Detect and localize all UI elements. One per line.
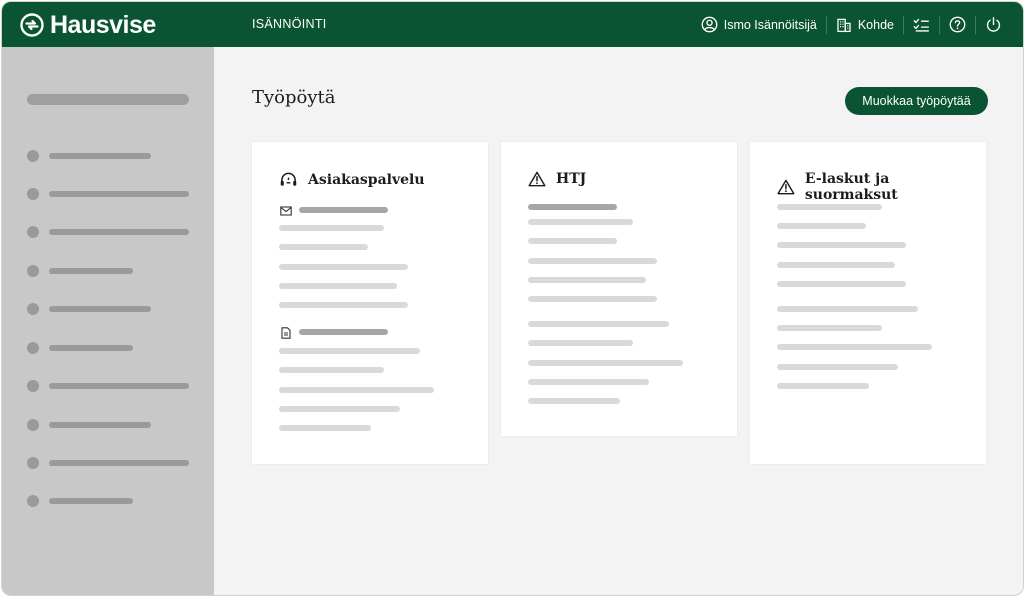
skeleton-heading — [528, 204, 617, 210]
skeleton-line — [528, 258, 657, 264]
nav-dot-icon — [27, 457, 39, 469]
logout-button[interactable] — [976, 2, 1011, 47]
top-bar: Hausvise ISÄNNÖINTI Ismo Isännöitsijä Ko… — [2, 2, 1023, 47]
skeleton-line — [279, 244, 368, 250]
help-button[interactable] — [940, 2, 975, 47]
page-title: Työpöytä — [252, 87, 336, 108]
warning-icon — [777, 179, 795, 195]
nav-dot-icon — [27, 495, 39, 507]
card-title-text: HTJ — [556, 171, 587, 187]
skeleton-line — [279, 425, 371, 431]
nav-label-placeholder — [49, 422, 151, 428]
card-title-text: Asiakaspalvelu — [308, 171, 425, 188]
user-circle-icon — [701, 16, 718, 33]
skeleton-line — [528, 398, 620, 404]
nav-label-placeholder — [49, 498, 133, 504]
skeleton-line — [279, 367, 384, 373]
nav-dot-icon — [27, 303, 39, 315]
section-label: ISÄNNÖINTI — [252, 17, 327, 31]
brand-name: Hausvise — [50, 10, 156, 39]
hausvise-logo-icon — [20, 13, 44, 37]
skeleton-line — [777, 242, 906, 248]
skeleton-line — [528, 379, 649, 385]
property-label: Kohde — [857, 17, 894, 32]
skeleton-line — [279, 264, 408, 270]
help-icon — [949, 16, 966, 33]
nav-dot-icon — [27, 226, 39, 238]
skeleton-line — [777, 364, 898, 370]
nav-label-placeholder — [49, 153, 151, 159]
nav-dot-icon — [27, 342, 39, 354]
sidebar-search-placeholder[interactable] — [27, 94, 189, 105]
mail-icon — [280, 206, 292, 216]
property-selector[interactable]: Kohde — [827, 2, 903, 47]
skeleton-line — [528, 296, 657, 302]
skeleton-line — [777, 325, 882, 331]
card-title: Asiakaspalvelu — [279, 171, 425, 188]
card-htj: HTJ — [501, 142, 737, 436]
nav-dot-icon — [27, 419, 39, 431]
sidebar — [2, 47, 214, 595]
power-icon — [986, 17, 1001, 32]
nav-label-placeholder — [49, 460, 189, 466]
nav-dot-icon — [27, 265, 39, 277]
warning-icon — [528, 171, 546, 187]
skeleton-line — [528, 360, 683, 366]
user-name: Ismo Isännöitsijä — [723, 17, 817, 32]
skeleton-line — [528, 219, 633, 225]
nav-label-placeholder — [49, 191, 189, 197]
skeleton-line — [279, 348, 420, 354]
skeleton-line — [279, 387, 434, 393]
edit-dashboard-button[interactable]: Muokkaa työpöytää — [845, 87, 988, 115]
nav-dot-icon — [27, 188, 39, 200]
checklist-icon — [913, 18, 929, 32]
nav-label-placeholder — [49, 306, 151, 312]
brand-logo[interactable]: Hausvise — [20, 10, 156, 40]
nav-dot-icon — [27, 380, 39, 392]
top-navigation: Ismo Isännöitsijä Kohde — [692, 2, 1011, 47]
nav-label-placeholder — [49, 383, 189, 389]
skeleton-line — [777, 383, 869, 389]
skeleton-line — [528, 321, 669, 327]
skeleton-line — [528, 238, 617, 244]
user-menu[interactable]: Ismo Isännöitsijä — [692, 2, 826, 47]
card-e-laskut: E-laskut ja suormaksut — [750, 142, 986, 464]
skeleton-heading — [299, 207, 388, 213]
card-title: HTJ — [528, 171, 586, 187]
nav-label-placeholder — [49, 345, 133, 351]
skeleton-heading — [299, 329, 388, 335]
skeleton-line — [279, 225, 384, 231]
tasks-button[interactable] — [904, 2, 939, 47]
nav-label-placeholder — [49, 268, 133, 274]
skeleton-line — [777, 344, 932, 350]
document-icon — [281, 327, 291, 339]
skeleton-line — [279, 283, 397, 289]
skeleton-line — [777, 281, 906, 287]
skeleton-line — [777, 306, 918, 312]
card-asiakaspalvelu: Asiakaspalvelu — [252, 142, 488, 464]
skeleton-line — [777, 262, 895, 268]
card-title-text: E-laskut ja suormaksut — [804, 171, 898, 203]
skeleton-line — [528, 277, 646, 283]
skeleton-line — [777, 223, 866, 229]
nav-label-placeholder — [49, 229, 189, 235]
skeleton-line — [279, 302, 408, 308]
skeleton-line — [528, 340, 633, 346]
skeleton-line — [777, 204, 882, 210]
building-icon — [837, 18, 851, 32]
card-title: E-laskut ja suormaksut — [777, 171, 986, 203]
skeleton-line — [279, 406, 400, 412]
app-window: Hausvise ISÄNNÖINTI Ismo Isännöitsijä Ko… — [1, 1, 1024, 596]
nav-dot-icon — [27, 150, 39, 162]
headset-icon — [280, 172, 297, 186]
